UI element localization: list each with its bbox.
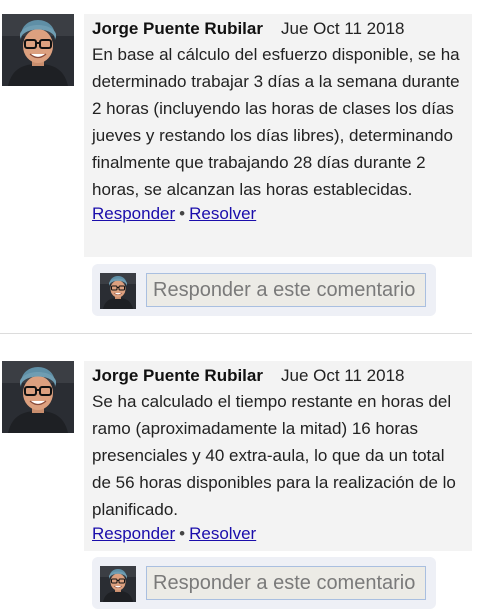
comment-date: Jue Oct 11 2018 xyxy=(280,366,405,385)
reply-input[interactable]: Responder a este comentario xyxy=(146,273,426,307)
comment-author: Jorge Puente Rubilar xyxy=(92,366,263,385)
comment-actions: Responder • Resolver xyxy=(92,203,464,225)
author-avatar[interactable] xyxy=(2,14,74,86)
resolve-link[interactable]: Resolver xyxy=(189,204,256,223)
reply-avatar xyxy=(100,566,136,602)
reply-input[interactable]: Responder a este comentario xyxy=(146,566,426,600)
comment-text: En base al cálculo del esfuerzo disponib… xyxy=(92,45,460,199)
comment-meta: Jorge Puente Rubilar Jue Oct 11 2018 xyxy=(92,365,464,387)
reply-box: Responder a este comentario xyxy=(92,557,436,609)
comment-author: Jorge Puente Rubilar xyxy=(92,19,263,38)
action-separator: • xyxy=(179,524,186,543)
reply-box: Responder a este comentario xyxy=(92,264,436,316)
action-separator: • xyxy=(179,204,186,223)
thread-divider xyxy=(0,333,472,334)
reply-link[interactable]: Responder xyxy=(92,204,175,223)
comment-meta: Jorge Puente Rubilar Jue Oct 11 2018 xyxy=(92,18,464,40)
reply-avatar xyxy=(100,273,136,309)
reply-link[interactable]: Responder xyxy=(92,524,175,543)
comment-body: Jorge Puente Rubilar Jue Oct 11 2018 En b… xyxy=(84,14,472,257)
comment-text: Se ha calculado el tiempo restante en ho… xyxy=(92,392,456,519)
comment-date: Jue Oct 11 2018 xyxy=(280,19,405,38)
comment-body: Jorge Puente Rubilar Jue Oct 11 2018 Se h… xyxy=(84,361,472,551)
resolve-link[interactable]: Resolver xyxy=(189,524,256,543)
comment-actions: Responder • Resolver xyxy=(92,523,464,545)
author-avatar[interactable] xyxy=(2,361,74,433)
